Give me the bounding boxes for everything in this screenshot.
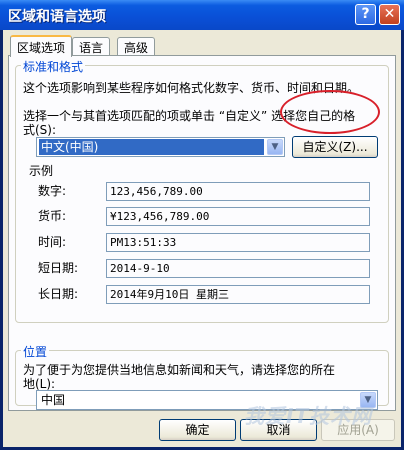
customize-button[interactable]: 自定义(Z)... — [292, 136, 378, 158]
help-icon: ? — [361, 6, 370, 22]
sample-number-field: 123,456,789.00 — [106, 182, 370, 201]
tab-advanced[interactable]: 高级 — [117, 37, 156, 55]
location-legend: 位置 — [21, 343, 50, 360]
sample-currency-field: ¥123,456,789.00 — [106, 207, 370, 226]
standards-instruction: 选择一个与其首选项匹配的项或单击 “自定义” 选择您自己的格 — [23, 109, 356, 123]
tab-regional-options[interactable]: 区域选项 — [10, 35, 73, 57]
tab-panel: 标准和格式 这个选项影响到某些程序如何格式化数字、货币、时间和日期。 选择一个与… — [8, 55, 396, 411]
sample-label-number: 数字: — [38, 184, 67, 198]
standards-legend: 标准和格式 — [21, 58, 86, 75]
apply-button[interactable]: 应用(A) — [321, 419, 395, 441]
close-button[interactable]: ✕ — [379, 4, 400, 25]
chevron-down-icon[interactable]: ▼ — [360, 392, 376, 408]
tab-languages[interactable]: 语言 — [72, 37, 111, 55]
sample-long-date-field: 2014年9月10日 星期三 — [106, 285, 370, 304]
sample-label-currency: 货币: — [38, 209, 67, 223]
locale-select-value: 中文(中国) — [39, 139, 264, 155]
sample-short-date-field: 2014-9-10 — [106, 259, 370, 278]
close-icon: ✕ — [383, 6, 396, 22]
locale-select[interactable]: 中文(中国) ▼ — [36, 137, 285, 157]
sample-time-field: PM13:51:33 — [106, 233, 370, 252]
help-button[interactable]: ? — [355, 4, 376, 25]
standards-description: 这个选项影响到某些程序如何格式化数字、货币、时间和日期。 — [23, 81, 360, 95]
samples-legend: 示例 — [29, 164, 54, 178]
dialog-window: 区域和语言选项 ? ✕ 区域选项 语言 高级 标准和格式 这个选项影响到某些程序… — [0, 0, 404, 450]
location-group: 位置 为了便于为您提供当地信息如新闻和天气，请选择您的所在 地(L): 中国 ▼ — [15, 343, 389, 410]
ok-button[interactable]: 确定 — [159, 419, 236, 441]
standards-instruction-cont: 式(S): — [23, 123, 57, 137]
dialog-body: 区域选项 语言 高级 标准和格式 这个选项影响到某些程序如何格式化数字、货币、时… — [3, 30, 401, 447]
location-select-value: 中国 — [41, 393, 66, 407]
sample-label-time: 时间: — [38, 235, 67, 249]
title-bar[interactable]: 区域和语言选项 ? ✕ — [0, 0, 404, 30]
sample-label-short-date: 短日期: — [38, 261, 79, 275]
window-title: 区域和语言选项 — [8, 9, 106, 25]
cancel-button[interactable]: 取消 — [240, 419, 317, 441]
sample-label-long-date: 长日期: — [38, 287, 79, 301]
location-description: 为了便于为您提供当地信息如新闻和天气，请选择您的所在 — [23, 363, 336, 377]
location-select[interactable]: 中国 ▼ — [36, 390, 378, 410]
chevron-down-icon[interactable]: ▼ — [267, 139, 283, 155]
